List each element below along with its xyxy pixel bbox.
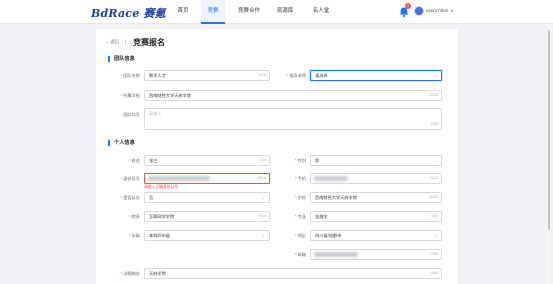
gender-label: *性别: [294, 158, 306, 163]
team-slogan-label: 团队口号: [123, 112, 140, 117]
id-number-error: 请输入正确身份证号: [144, 185, 179, 189]
team-school-label: *所属学校: [120, 93, 140, 98]
nav-home[interactable]: 首页: [170, 0, 196, 24]
region-label: *地区: [294, 233, 306, 238]
grade-label: *年级: [128, 233, 140, 238]
chevron-down-icon: ⌄: [261, 195, 265, 200]
divider: [125, 39, 126, 45]
team-school-input[interactable]: 西南财经大学天府学院 10/30: [144, 90, 442, 101]
email-input[interactable]: 17/30: [310, 249, 442, 260]
region-select[interactable]: 四川省/成都市 ⌄: [310, 230, 442, 241]
team-name-input[interactable]: 数学人才 4/70: [144, 70, 270, 81]
phone-input[interactable]: 11/11: [310, 173, 442, 184]
id-number-label: *身份证号: [120, 176, 140, 181]
major-label: *专业: [294, 214, 306, 219]
school-label: *学校: [294, 195, 306, 200]
grade-select[interactable]: 本科四年级 ⌄: [144, 230, 270, 241]
username[interactable]: useru72km: [426, 8, 448, 13]
avatar[interactable]: [414, 6, 424, 16]
email-label: *邮箱: [294, 252, 306, 257]
name-label: *姓名: [128, 158, 140, 163]
chevron-down-icon: ⌄: [433, 73, 437, 78]
nav-competition-cooperation[interactable]: 竞赛合作: [232, 0, 266, 24]
redacted-id-number: [148, 176, 210, 181]
nav-resources[interactable]: 资源库: [270, 0, 300, 24]
site-logo[interactable]: BdRace 赛氪: [91, 5, 166, 21]
college-label: *院系: [128, 214, 140, 219]
chevron-down-icon: ⌄: [433, 233, 437, 238]
college-input[interactable]: 互联网学学院 6/30: [144, 211, 270, 222]
chevron-down-icon[interactable]: ▾: [451, 8, 453, 13]
phone-label: *手机: [294, 176, 306, 181]
team-info-heading: 团队信息: [108, 56, 135, 62]
chevron-down-icon: ⌄: [433, 158, 437, 163]
nav-competitions[interactable]: 竞赛: [201, 0, 225, 24]
notification-badge: 0: [405, 3, 411, 9]
chevron-down-icon: ⌄: [261, 233, 265, 238]
advisor-select[interactable]: 请选择 ⌄: [310, 70, 442, 81]
id-number-input[interactable]: 18/18: [144, 173, 270, 184]
redacted-phone: [314, 176, 348, 181]
advisor-label: *指导老师: [286, 73, 306, 78]
page-title: 竞赛报名: [133, 38, 165, 47]
is-leader-label: *是否队长: [120, 195, 140, 200]
back-link[interactable]: ← 返回: [105, 39, 119, 45]
nav-hall-of-fame[interactable]: 名人堂: [306, 0, 336, 24]
gender-select[interactable]: 男 ⌄: [310, 155, 442, 166]
personal-info-heading: 个人信息: [108, 140, 135, 146]
registration-form-card: ← 返回 竞赛报名 团队信息 *团队名称 数学人才 4/70 *指导老师 请选择 ⌄…: [96, 29, 458, 284]
major-input[interactable]: 金融学 3/30: [310, 211, 442, 222]
name-input[interactable]: 张三 2/20: [144, 155, 270, 166]
team-slogan-textarea[interactable]: 请输入 0/30: [144, 108, 442, 130]
top-navigation-bar: BdRace 赛氪 首页 竞赛 竞赛合作 资源库 名人堂 0 useru72km…: [0, 0, 553, 24]
redacted-email: [314, 252, 358, 257]
address-input[interactable]: 天府学院 4/50: [144, 268, 442, 279]
school-input[interactable]: 西南财经大学天府学院 10/30: [310, 192, 442, 203]
is-leader-select[interactable]: 否 ⌄: [144, 192, 270, 203]
address-label: *详细地址: [120, 271, 140, 276]
team-name-label: *团队名称: [120, 73, 140, 78]
scrollbar-thumb[interactable]: [548, 30, 550, 230]
